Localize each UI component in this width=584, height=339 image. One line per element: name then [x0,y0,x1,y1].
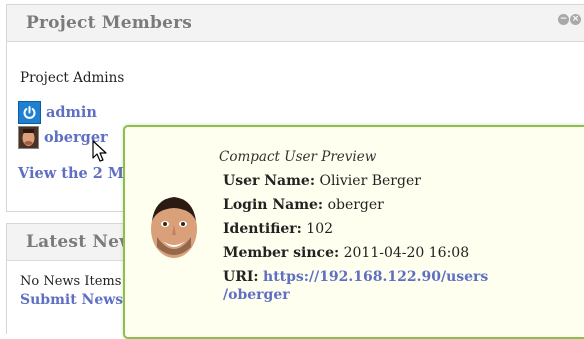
member-since-row: Member since: 2011-04-20 16:08 [223,245,469,261]
widget-header: Project Members − × [7,5,584,42]
member-since-value: 2011-04-20 16:08 [343,245,470,261]
widget-title: Project Members [26,13,193,33]
minimize-icon[interactable]: − [558,14,569,25]
widget-title: Latest New [26,232,134,252]
login-name-label: Login Name: [223,197,324,213]
uri-row: URI: https://192.168.122.90/users [223,269,488,285]
login-name-value: oberger [327,197,384,213]
user-name-row: User Name: Olivier Berger [223,173,421,189]
identifier-row: Identifier: 102 [223,221,333,237]
power-icon [18,101,41,124]
user-name-label: User Name: [223,173,316,189]
widget-controls: − × [558,14,581,25]
uri-link[interactable]: https://192.168.122.90/users [263,269,488,285]
identifier-value: 102 [306,221,334,237]
no-news-text: No News Items [20,274,122,289]
member-admin: admin [18,101,97,124]
popup-title: Compact User Preview [219,149,377,165]
identifier-label: Identifier: [223,221,302,237]
uri-label: URI: [223,269,259,285]
mouse-pointer-icon [92,140,110,164]
uri-link-continued[interactable]: /oberger [223,287,290,303]
view-all-members-link[interactable]: View the 2 M [18,165,124,182]
member-link-admin[interactable]: admin [46,104,97,121]
login-name-row: Login Name: oberger [223,197,384,213]
user-name-value: Olivier Berger [319,173,421,189]
user-preview-popup: Compact User Preview User Name: Olivier … [123,125,584,339]
user-avatar [147,191,201,261]
member-since-label: Member since: [223,245,340,261]
user-avatar-thumbnail [18,126,39,149]
submit-news-link[interactable]: Submit News [20,292,123,308]
project-admins-label: Project Admins [20,70,125,86]
close-icon[interactable]: × [570,14,581,25]
